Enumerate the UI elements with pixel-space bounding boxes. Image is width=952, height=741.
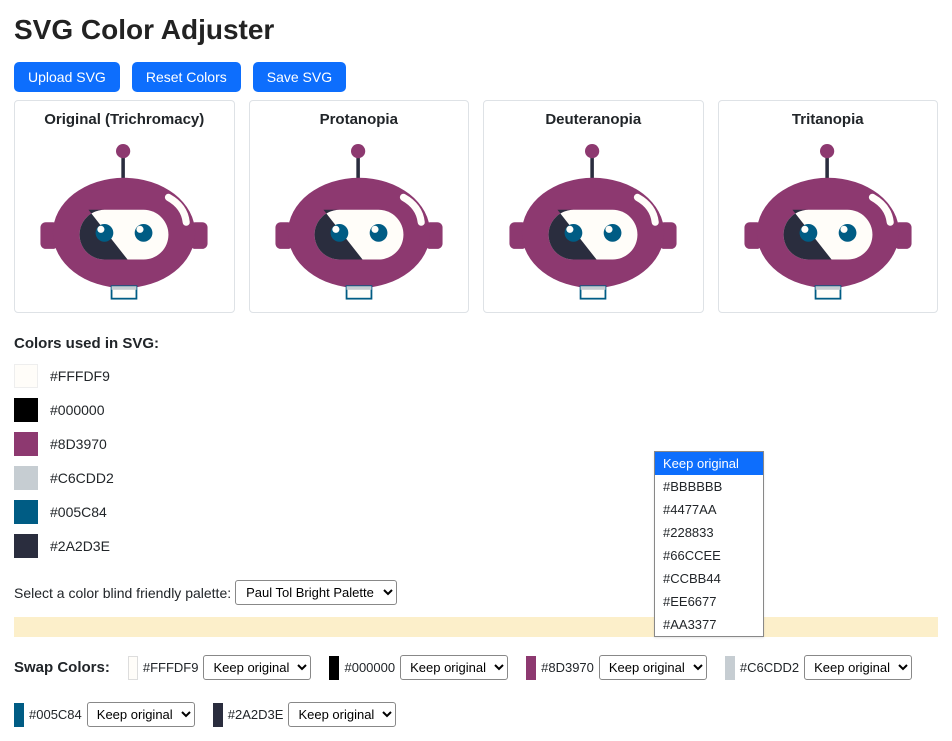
swap-hex-label: #2A2D3E	[228, 707, 284, 722]
swap-line: Swap Colors: #FFFDF9Keep original#000000…	[14, 655, 938, 727]
preview-card: Tritanopia	[718, 100, 939, 313]
dropdown-option[interactable]: #BBBBBB	[655, 475, 763, 498]
swap-hex-label: #C6CDD2	[740, 660, 799, 675]
color-hex-label: #8D3970	[50, 436, 107, 452]
swap-hex-label: #FFFDF9	[143, 660, 199, 675]
upload-svg-button[interactable]: Upload SVG	[14, 62, 120, 92]
swap-select[interactable]: Keep original	[87, 702, 195, 727]
swap-colors-heading: Swap Colors:	[14, 659, 110, 676]
preview-title: Protanopia	[320, 111, 398, 128]
dropdown-option[interactable]: #228833	[655, 521, 763, 544]
preview-card: Original (Trichromacy)	[14, 100, 235, 313]
reset-colors-button[interactable]: Reset Colors	[132, 62, 241, 92]
color-hex-label: #2A2D3E	[50, 538, 110, 554]
swap-select-dropdown[interactable]: Keep original#BBBBBB#4477AA#228833#66CCE…	[654, 451, 764, 637]
dropdown-option[interactable]: #AA3377	[655, 613, 763, 636]
color-hex-label: #000000	[50, 402, 105, 418]
swap-select[interactable]: Keep original	[203, 655, 311, 680]
dropdown-option[interactable]: #EE6677	[655, 590, 763, 613]
colors-used-heading: Colors used in SVG:	[14, 335, 938, 352]
color-hex-label: #C6CDD2	[50, 470, 114, 486]
color-row: #8D3970	[14, 432, 938, 456]
swap-item: #C6CDD2 Keep original	[725, 655, 912, 680]
dropdown-option[interactable]: #66CCEE	[655, 544, 763, 567]
color-swatch	[14, 398, 38, 422]
preview-card: Protanopia	[249, 100, 470, 313]
swap-hex-label: #8D3970	[541, 660, 594, 675]
color-swatch	[14, 364, 38, 388]
color-swatch	[14, 534, 38, 558]
swap-item: #FFFDF9 Keep original	[128, 655, 312, 680]
toolbar: Upload SVG Reset Colors Save SVG	[14, 62, 938, 92]
swap-select[interactable]: Keep original	[288, 702, 396, 727]
robot-icon	[738, 144, 918, 304]
preview-row: Original (Trichromacy) Protanopia	[14, 100, 938, 313]
preview-title: Original (Trichromacy)	[44, 111, 204, 128]
dropdown-option[interactable]: #4477AA	[655, 498, 763, 521]
dropdown-option[interactable]: Keep original	[655, 452, 763, 475]
swap-item: #000000 Keep original	[329, 655, 508, 680]
color-row: #FFFDF9	[14, 364, 938, 388]
dropdown-option[interactable]: #CCBB44	[655, 567, 763, 590]
swap-swatch	[213, 703, 223, 727]
color-hex-label: #005C84	[50, 504, 107, 520]
palette-label: Select a color blind friendly palette:	[14, 585, 231, 601]
color-swatch	[14, 466, 38, 490]
swap-hex-label: #005C84	[29, 707, 82, 722]
swap-select[interactable]: Keep original	[599, 655, 707, 680]
swap-item: #8D3970 Keep original	[526, 655, 707, 680]
color-row: #000000	[14, 398, 938, 422]
swap-item: #2A2D3E Keep original	[213, 702, 397, 727]
swap-swatch	[329, 656, 339, 680]
palette-bar	[14, 617, 938, 637]
robot-icon	[503, 144, 683, 304]
swap-hex-label: #000000	[344, 660, 395, 675]
swap-select[interactable]: Keep original	[400, 655, 508, 680]
color-list: #FFFDF9 #000000 #8D3970 #C6CDD2 #005C84 #2A2D…	[14, 364, 938, 558]
swap-swatch	[725, 656, 735, 680]
page-title: SVG Color Adjuster	[14, 14, 938, 46]
preview-title: Tritanopia	[792, 111, 864, 128]
color-hex-label: #FFFDF9	[50, 368, 110, 384]
swap-swatch	[128, 656, 138, 680]
color-swatch	[14, 500, 38, 524]
palette-row: Select a color blind friendly palette: P…	[14, 580, 938, 605]
save-svg-button[interactable]: Save SVG	[253, 62, 346, 92]
swap-swatch	[526, 656, 536, 680]
color-row: #005C84	[14, 500, 938, 524]
swap-select[interactable]: Keep original	[804, 655, 912, 680]
color-row: #C6CDD2	[14, 466, 938, 490]
robot-icon	[269, 144, 449, 304]
preview-title: Deuteranopia	[545, 111, 641, 128]
color-row: #2A2D3E	[14, 534, 938, 558]
swap-item: #005C84 Keep original	[14, 702, 195, 727]
preview-card: Deuteranopia	[483, 100, 704, 313]
color-swatch	[14, 432, 38, 456]
robot-icon	[34, 144, 214, 304]
swap-swatch	[14, 703, 24, 727]
palette-select[interactable]: Paul Tol Bright Palette	[235, 580, 397, 605]
